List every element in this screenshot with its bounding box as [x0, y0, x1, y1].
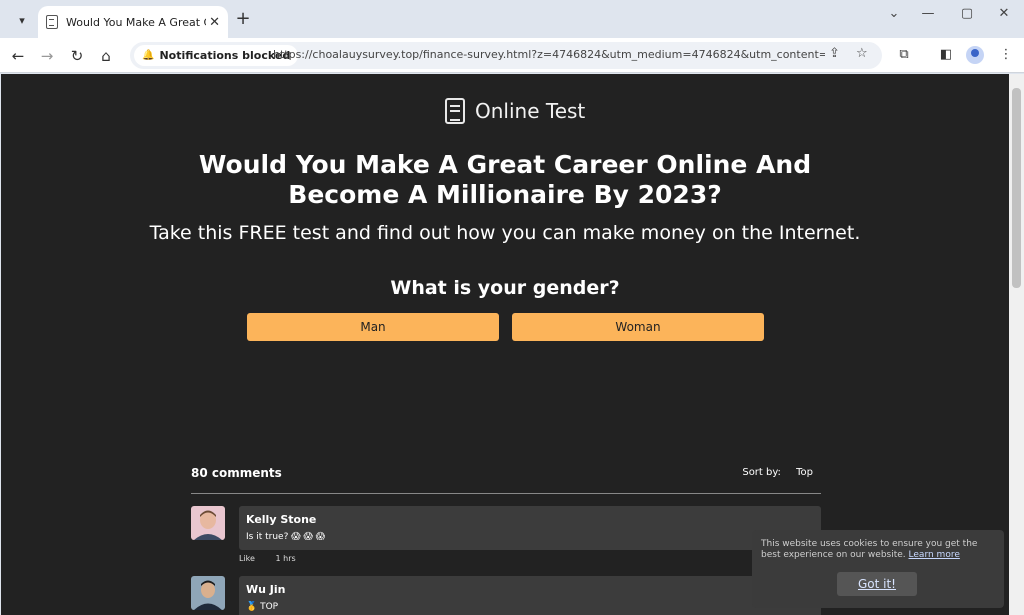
brand-name: Online Test	[475, 99, 586, 123]
share-icon[interactable]: ⇪	[829, 46, 840, 61]
cookie-learn-more-link[interactable]: Learn more	[909, 550, 960, 560]
extensions-icon[interactable]: ⧉	[894, 47, 914, 62]
star-icon[interactable]: ☆	[856, 46, 868, 61]
page-favicon-icon	[46, 15, 58, 29]
browser-toolbar: ← → ↻ ⌂ 🔔 Notifications blocked https://…	[0, 38, 1024, 73]
page-headline: Would You Make A Great Career Online And…	[198, 150, 812, 209]
comments-header: 80 comments Sort by: Top	[191, 464, 821, 494]
comment-time: 1 hrs	[275, 554, 296, 563]
cookie-accept-button[interactable]: Got it!	[837, 572, 917, 596]
answer-woman-button[interactable]: Woman	[512, 313, 764, 341]
back-icon[interactable]: ←	[6, 44, 30, 68]
comment-author[interactable]: Wu Jin	[246, 583, 814, 596]
clipboard-test-icon	[445, 98, 465, 124]
comments-count: 80 comments	[191, 466, 282, 480]
window-close-icon[interactable]: ✕	[990, 4, 1018, 24]
tab-title: Would You Make A Great Career Online	[66, 15, 206, 29]
comment-text: 🥇 TOP	[246, 602, 279, 612]
bell-off-icon: 🔔	[142, 50, 155, 61]
survey-question: What is your gender?	[390, 277, 620, 299]
scrollbar-thumb[interactable]	[1012, 88, 1021, 288]
maximize-icon[interactable]: ▢	[953, 4, 981, 24]
comment-bubble: Wu Jin 🥇 TOP	[239, 576, 821, 615]
cookie-text: This website uses cookies to ensure you …	[761, 539, 995, 561]
avatar	[191, 576, 225, 610]
reload-icon[interactable]: ↻	[65, 44, 89, 68]
address-bar[interactable]: 🔔 Notifications blocked https://choalauy…	[130, 42, 882, 69]
tab-close-icon[interactable]: ✕	[209, 15, 220, 30]
tab-search-icon[interactable]: ▾	[10, 8, 34, 32]
sort-control[interactable]: Sort by: Top	[742, 467, 813, 478]
brand: Online Test	[445, 98, 585, 124]
sort-label: Sort by:	[742, 467, 781, 478]
notifications-chip-label: Notifications blocked	[159, 49, 291, 62]
minimize-icon[interactable]: —	[914, 4, 942, 24]
tab-list-chevron-icon[interactable]: ⌄	[880, 4, 908, 24]
answer-man-button[interactable]: Man	[247, 313, 499, 341]
sort-value[interactable]: Top	[796, 467, 813, 478]
comment-author[interactable]: Kelly Stone	[246, 513, 814, 526]
page-scrollbar[interactable]	[1009, 74, 1024, 615]
browser-tab-active[interactable]: Would You Make A Great Career Online ✕	[38, 6, 228, 38]
new-tab-button[interactable]: +	[232, 9, 254, 31]
url-text[interactable]: https://choalauysurvey.top/finance-surve…	[273, 48, 825, 61]
avatar	[191, 506, 225, 540]
like-link[interactable]: Like	[239, 554, 255, 563]
home-icon[interactable]: ⌂	[94, 44, 118, 68]
comment-text: Is it true? 😱 😱 😱	[246, 532, 326, 542]
tab-bar: ▾ Would You Make A Great Career Online ✕…	[0, 0, 1024, 38]
comment-bubble: Kelly Stone Is it true? 😱 😱 😱	[239, 506, 821, 550]
page-subline: Take this FREE test and find out how you…	[149, 222, 861, 244]
comment-meta: Like 1 hrs	[239, 554, 314, 563]
profile-icon[interactable]	[966, 46, 984, 64]
cookie-banner: This website uses cookies to ensure you …	[752, 530, 1004, 608]
menu-icon[interactable]: ⋮	[996, 47, 1016, 62]
forward-icon[interactable]: →	[35, 44, 59, 68]
side-panel-icon[interactable]: ◧	[936, 47, 956, 62]
